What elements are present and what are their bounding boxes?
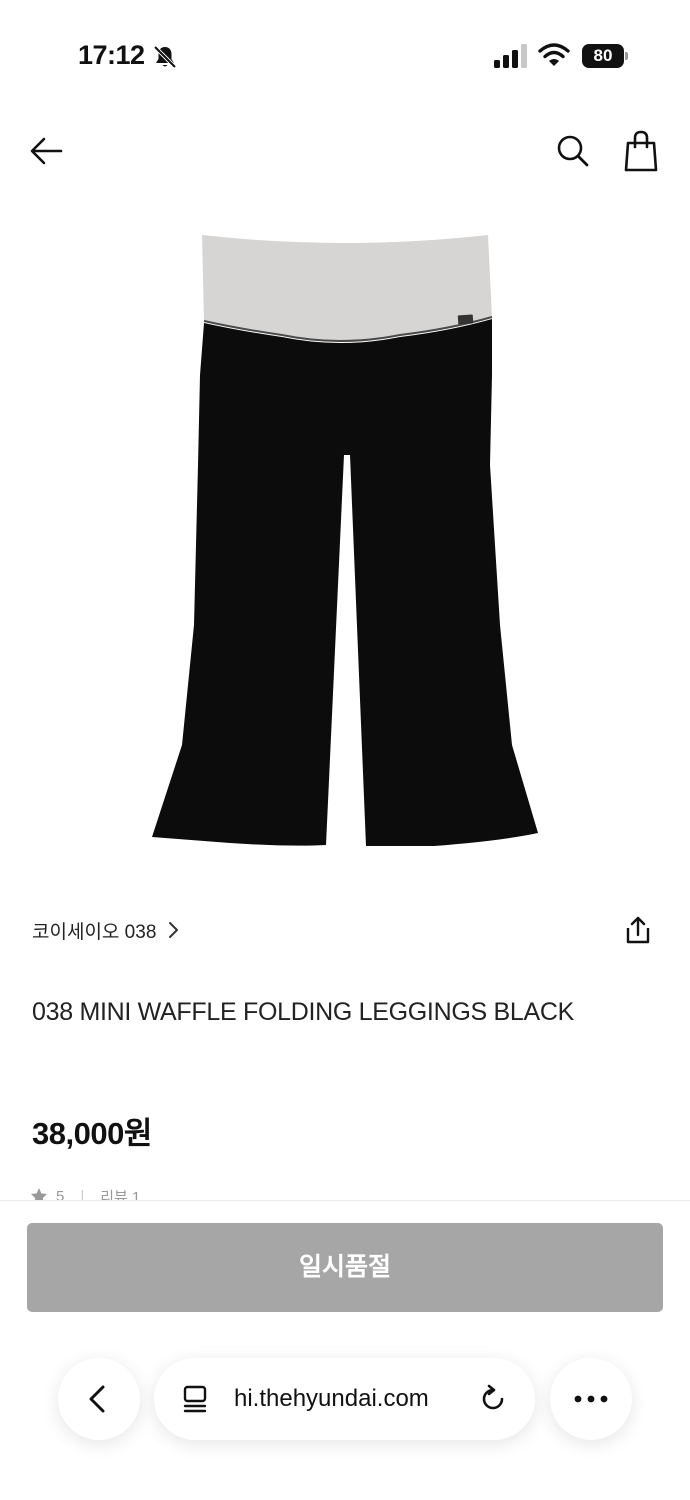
back-arrow-icon[interactable] bbox=[26, 130, 68, 172]
shopping-bag-icon[interactable] bbox=[620, 128, 662, 174]
more-icon bbox=[574, 1395, 608, 1403]
tabs-icon[interactable] bbox=[180, 1384, 210, 1414]
battery-level: 80 bbox=[582, 44, 624, 68]
cellular-signal-icon bbox=[494, 44, 527, 68]
brand-name: 코이세이오 038 bbox=[32, 921, 157, 943]
battery-tip bbox=[625, 52, 628, 60]
product-title: 038 MINI WAFFLE FOLDING LEGGINGS BLACK bbox=[32, 998, 574, 1026]
chevron-left-icon bbox=[89, 1385, 105, 1413]
address-bar[interactable]: hi.thehyundai.com bbox=[154, 1358, 535, 1440]
status-bar: 17:12 80 bbox=[0, 0, 690, 110]
battery-icon: 80 bbox=[582, 44, 628, 68]
bell-slash-icon bbox=[153, 45, 177, 69]
reload-icon[interactable] bbox=[478, 1384, 508, 1414]
share-icon[interactable] bbox=[622, 914, 654, 946]
sold-out-button[interactable]: 일시품절 bbox=[27, 1223, 663, 1312]
header bbox=[0, 120, 690, 184]
search-icon[interactable] bbox=[552, 130, 594, 172]
product-price: 38,000원 bbox=[32, 1116, 152, 1151]
product-image[interactable] bbox=[140, 225, 550, 855]
url-text: hi.thehyundai.com bbox=[234, 1385, 429, 1412]
more-options-button[interactable] bbox=[550, 1358, 632, 1440]
browser-back-button[interactable] bbox=[58, 1358, 140, 1440]
brand-link[interactable]: 코이세이오 038 bbox=[32, 912, 180, 948]
wifi-icon bbox=[538, 43, 570, 66]
chevron-right-icon bbox=[169, 922, 179, 938]
status-time: 17:12 bbox=[78, 40, 145, 70]
bottom-action-bar: 일시품절 bbox=[0, 1200, 690, 1500]
